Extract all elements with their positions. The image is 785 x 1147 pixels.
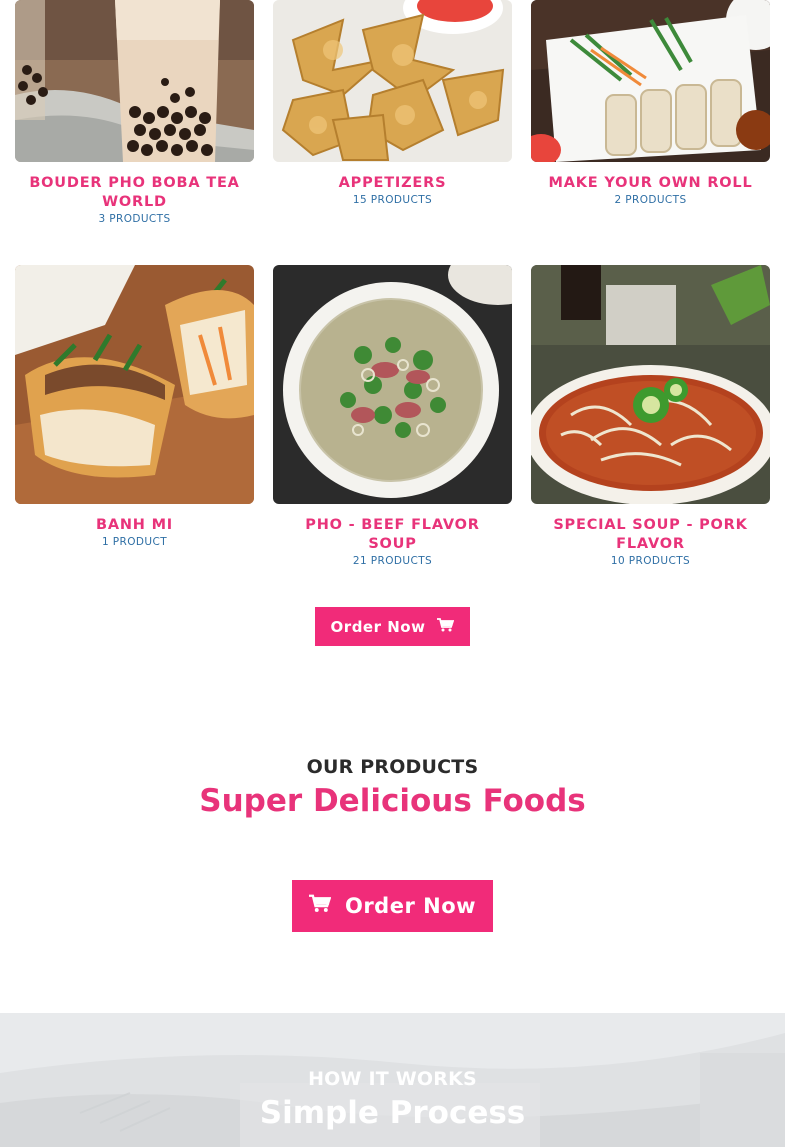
order-now-label: Order Now	[344, 894, 477, 918]
how-it-works-section: HOW IT WORKS Simple Process	[0, 1013, 785, 1147]
section-headline: Simple Process	[259, 1095, 526, 1131]
pho-beef-soup-photo[interactable]	[273, 265, 512, 504]
order-now-label: Order Now	[330, 617, 426, 636]
page: BOUDER PHO BOBA TEA WORLD 3 PRODUCTS APP…	[0, 0, 785, 1147]
category-title[interactable]: BOUDER PHO BOBA TEA WORLD	[15, 174, 254, 212]
category-count: 15 PRODUCTS	[352, 194, 433, 206]
category-title[interactable]: SPECIAL SOUP - PORK FLAVOR	[531, 516, 770, 554]
fried-wontons-photo[interactable]	[273, 0, 512, 162]
category-count: 3 PRODUCTS	[98, 213, 171, 225]
order-now-large-button[interactable]: Order Now	[292, 880, 493, 932]
category-card-banh-mi[interactable]: BANH MI 1 PRODUCT	[15, 265, 254, 548]
category-count: 2 PRODUCTS	[614, 194, 687, 206]
category-title[interactable]: MAKE YOUR OWN ROLL	[531, 174, 770, 193]
cart-icon	[308, 894, 332, 918]
category-card-pho-beef[interactable]: PHO - BEEF FLAVOR SOUP 21 PRODUCTS	[273, 265, 512, 567]
category-count: 21 PRODUCTS	[352, 555, 433, 567]
spring-rolls-photo[interactable]	[531, 0, 770, 162]
category-count: 10 PRODUCTS	[610, 555, 691, 567]
cart-icon	[437, 617, 455, 636]
banh-mi-sandwich-photo[interactable]	[15, 265, 254, 504]
category-title[interactable]: BANH MI	[15, 516, 254, 535]
boba-tea-photo[interactable]	[15, 0, 254, 162]
category-count: 1 PRODUCT	[101, 536, 168, 548]
category-title[interactable]: APPETIZERS	[273, 174, 512, 193]
section-eyebrow: OUR PRODUCTS	[306, 756, 479, 778]
order-now-button[interactable]: Order Now	[315, 607, 470, 646]
spicy-pork-soup-photo[interactable]	[531, 265, 770, 504]
section-eyebrow: HOW IT WORKS	[308, 1068, 477, 1090]
section-headline: Super Delicious Foods	[199, 783, 586, 819]
category-card-special-soup-pork[interactable]: SPECIAL SOUP - PORK FLAVOR 10 PRODUCTS	[531, 265, 770, 567]
category-card-appetizers[interactable]: APPETIZERS 15 PRODUCTS	[273, 0, 512, 206]
category-title[interactable]: PHO - BEEF FLAVOR SOUP	[273, 516, 512, 554]
category-card-boba-tea[interactable]: BOUDER PHO BOBA TEA WORLD 3 PRODUCTS	[15, 0, 254, 225]
category-card-make-your-own-roll[interactable]: MAKE YOUR OWN ROLL 2 PRODUCTS	[531, 0, 770, 206]
